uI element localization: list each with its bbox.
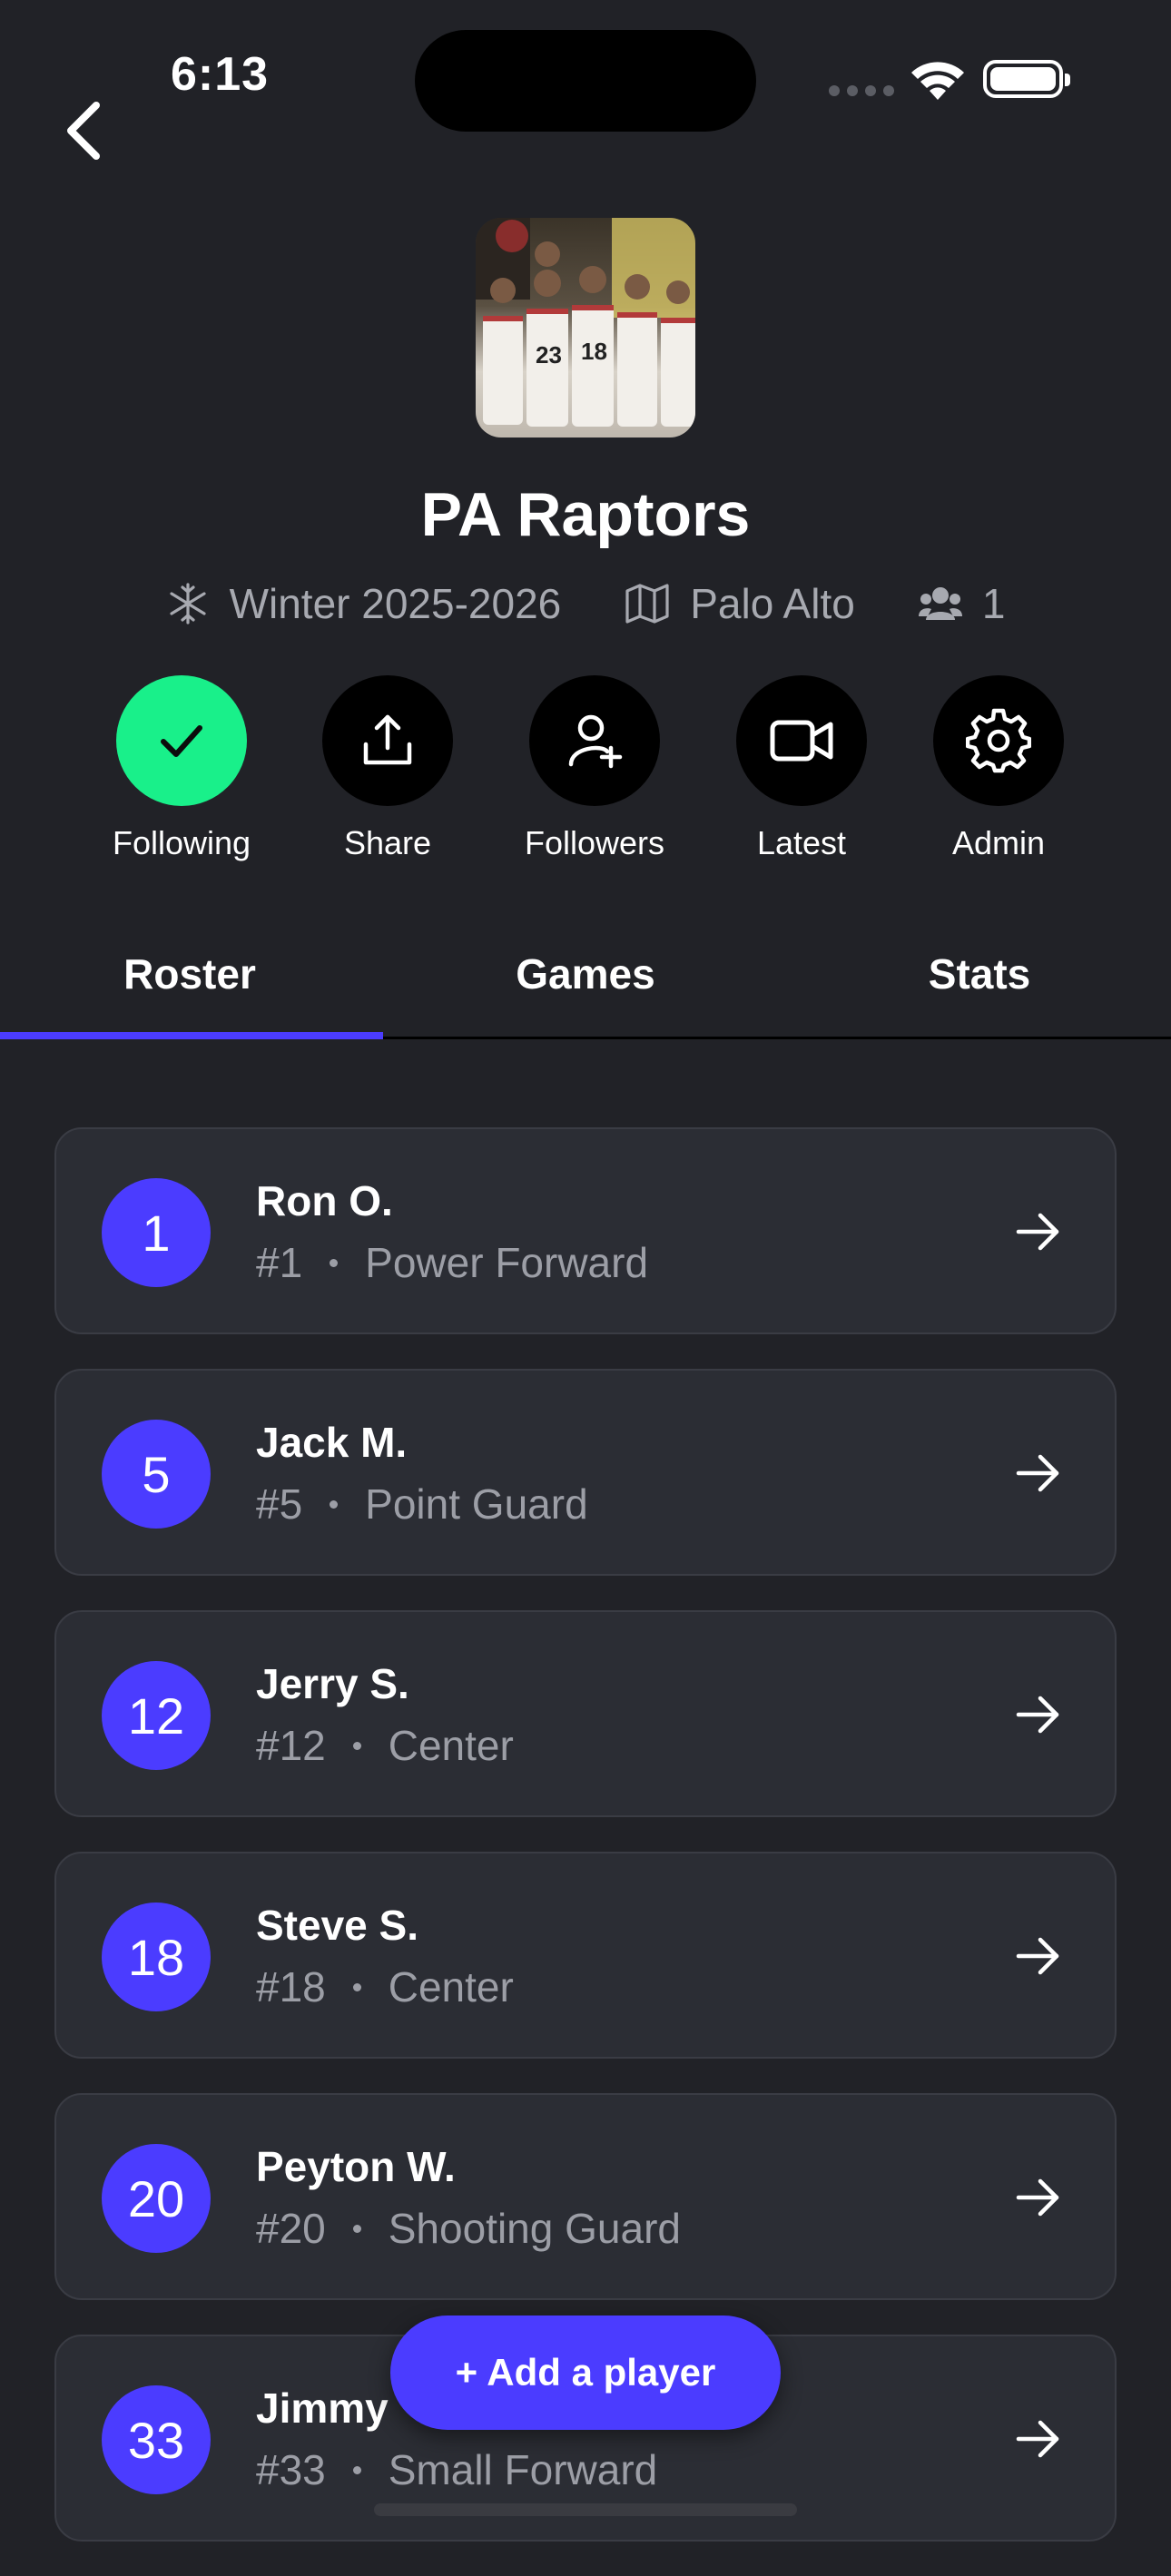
home-indicator	[374, 2503, 797, 2516]
player-position: Center	[388, 1722, 514, 1769]
player-position: Center	[388, 1963, 514, 2011]
dynamic-island	[415, 30, 756, 132]
status-time: 6:13	[171, 48, 270, 101]
player-card[interactable]: 18 Steve S. #18 Center	[54, 1852, 1117, 2059]
team-name: PA Raptors	[420, 480, 751, 549]
player-jersey: #18	[256, 1963, 326, 2011]
svg-text:18: 18	[581, 338, 607, 365]
arrow-right-icon	[1016, 1454, 1059, 1492]
followers-label: Followers	[524, 824, 665, 861]
check-icon	[161, 725, 202, 757]
season-label: Winter 2025-2026	[229, 580, 562, 627]
wifi-icon	[911, 62, 964, 100]
arrow-right-icon	[1016, 2178, 1059, 2217]
player-number-badge: 18	[102, 1903, 211, 2011]
arrow-right-icon	[1016, 2420, 1059, 2458]
tab-games[interactable]: Games	[516, 949, 654, 998]
map-icon	[625, 584, 669, 624]
player-name: Peyton W.	[256, 2143, 456, 2190]
player-jersey: #1	[256, 1239, 303, 1286]
latest-button[interactable]: Latest	[702, 675, 901, 862]
group-icon	[918, 587, 962, 620]
followers-button[interactable]: Followers	[495, 675, 694, 862]
tab-stats[interactable]: Stats	[929, 949, 1030, 998]
player-position: Small Forward	[388, 2446, 658, 2493]
signal-icon	[829, 85, 894, 96]
share-icon	[363, 714, 412, 765]
player-card[interactable]: 5 Jack M. #5 Point Guard	[54, 1369, 1117, 1576]
player-details: #33 Small Forward	[256, 2445, 657, 2494]
player-name: Jack M.	[256, 1419, 408, 1466]
player-name: Steve S.	[256, 1902, 418, 1949]
back-chevron-icon[interactable]	[58, 98, 113, 163]
player-number-badge: 5	[102, 1420, 211, 1529]
player-position: Shooting Guard	[388, 2205, 681, 2252]
following-label: Following	[112, 824, 251, 861]
admin-label: Admin	[951, 824, 1046, 861]
team-meta: Winter 2025-2026 Palo Alto 1	[0, 579, 1171, 628]
svg-text:23: 23	[536, 341, 562, 369]
admin-button[interactable]: Admin	[899, 675, 1098, 862]
player-jersey: #12	[256, 1722, 326, 1769]
player-position: Point Guard	[365, 1480, 588, 1528]
share-button[interactable]: Share	[288, 675, 487, 862]
player-number-badge: 1	[102, 1178, 211, 1287]
player-number-badge: 20	[102, 2144, 211, 2253]
team-photo: 23 18	[476, 218, 695, 438]
latest-label: Latest	[756, 824, 847, 861]
location-label: Palo Alto	[690, 580, 855, 627]
gear-icon	[966, 708, 1031, 773]
player-name: Jimmy	[256, 2384, 389, 2432]
player-details: #5 Point Guard	[256, 1480, 588, 1529]
player-card[interactable]: 20 Peyton W. #20 Shooting Guard	[54, 2093, 1117, 2300]
video-icon	[770, 720, 833, 762]
player-details: #12 Center	[256, 1721, 514, 1770]
player-name: Ron O.	[256, 1177, 393, 1224]
player-position: Power Forward	[365, 1239, 649, 1286]
add-user-icon	[568, 714, 623, 769]
tab-bar: Roster Games Stats	[0, 926, 1171, 1039]
player-jersey: #20	[256, 2205, 326, 2252]
season-info: Winter 2025-2026	[166, 579, 562, 628]
player-details: #18 Center	[256, 1962, 514, 2011]
member-count: 1	[981, 580, 1006, 627]
add-player-button[interactable]: + Add a player	[390, 2315, 781, 2430]
snowflake-icon	[169, 583, 206, 624]
player-card[interactable]: 1 Ron O. #1 Power Forward	[54, 1127, 1117, 1334]
player-name: Jerry S.	[256, 1660, 409, 1707]
location-info: Palo Alto	[625, 579, 855, 628]
player-details: #1 Power Forward	[256, 1238, 648, 1287]
player-jersey: #33	[256, 2446, 326, 2493]
tab-selected-indicator	[0, 1032, 383, 1039]
tab-roster[interactable]: Roster	[123, 949, 256, 998]
arrow-right-icon	[1016, 1213, 1059, 1251]
arrow-right-icon	[1016, 1937, 1059, 1975]
share-label: Share	[343, 824, 432, 861]
player-number-badge: 12	[102, 1661, 211, 1770]
player-jersey: #5	[256, 1480, 303, 1528]
following-button[interactable]: Following	[82, 675, 281, 862]
members-info: 1	[918, 579, 1006, 628]
player-number-badge: 33	[102, 2385, 211, 2494]
arrow-right-icon	[1016, 1696, 1059, 1734]
player-card[interactable]: 12 Jerry S. #12 Center	[54, 1610, 1117, 1817]
battery-icon	[983, 60, 1070, 98]
player-details: #20 Shooting Guard	[256, 2204, 681, 2253]
